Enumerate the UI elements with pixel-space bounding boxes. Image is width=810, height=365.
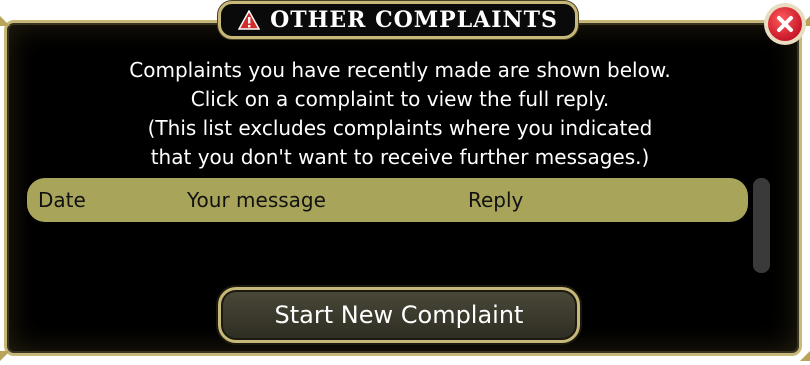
complaints-dialog: OTHER COMPLAINTS Complaints you have rec…	[0, 0, 810, 365]
close-button[interactable]	[764, 3, 806, 45]
intro-line: Click on a complaint to view the full re…	[190, 87, 610, 111]
dialog-title-tab: OTHER COMPLAINTS	[218, 1, 578, 39]
frame-corner-bottom-right	[800, 351, 810, 361]
dialog-title: OTHER COMPLAINTS	[270, 7, 558, 33]
list-scrollbar[interactable]	[753, 178, 770, 273]
complaints-table-header: Date Your message Reply	[27, 178, 748, 222]
warning-icon	[237, 9, 261, 30]
column-header-message: Your message	[187, 188, 326, 212]
start-new-complaint-button[interactable]: Start New Complaint	[218, 287, 580, 343]
column-header-date: Date	[38, 188, 86, 212]
intro-line: Complaints you have recently made are sh…	[129, 58, 671, 82]
frame-corner-top-left	[0, 16, 10, 26]
frame-corner-bottom-left	[0, 351, 10, 361]
intro-line: that you don't want to receive further m…	[150, 145, 650, 169]
intro-line: (This list excludes complaints where you…	[147, 116, 653, 140]
close-icon[interactable]	[768, 7, 802, 41]
column-header-reply: Reply	[468, 188, 524, 212]
intro-text: Complaints you have recently made are sh…	[60, 56, 740, 172]
